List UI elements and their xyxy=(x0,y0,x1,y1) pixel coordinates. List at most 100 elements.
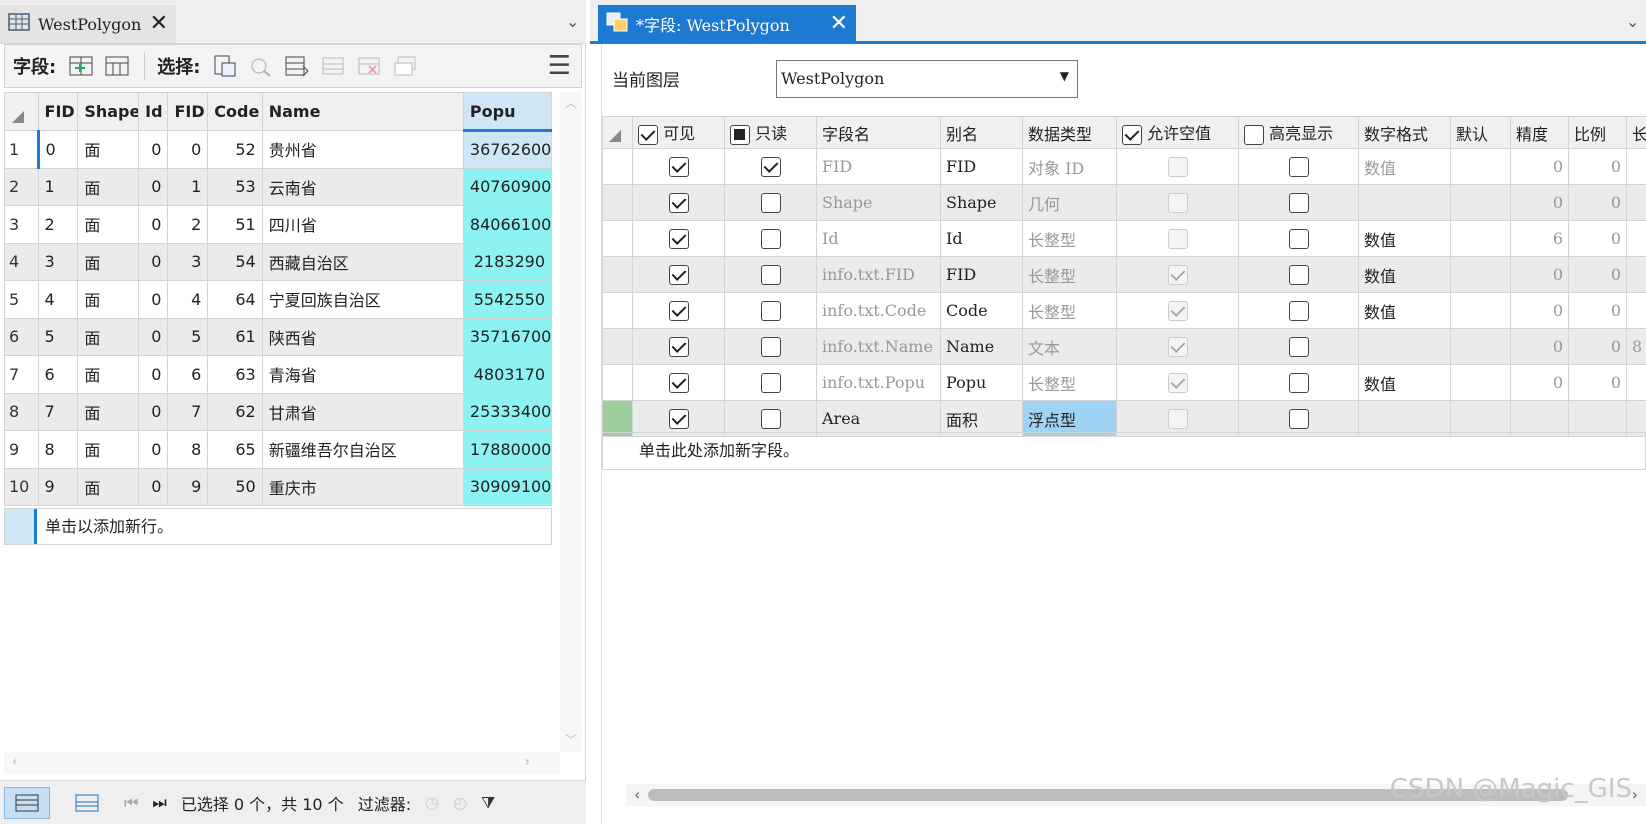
number-format-cell[interactable]: 数值 xyxy=(1358,220,1451,257)
highlight-checkbox[interactable] xyxy=(1288,264,1309,285)
scroll-left-icon[interactable]: ‹ xyxy=(634,785,640,804)
header-visible[interactable]: 可见 xyxy=(632,116,725,149)
default-cell[interactable] xyxy=(1450,148,1511,185)
fid2-cell[interactable]: 1 xyxy=(167,167,209,206)
row-selector-cell[interactable] xyxy=(602,148,633,185)
number-format-cell[interactable]: 数值 xyxy=(1358,364,1451,401)
popu-cell[interactable]: 40760900 xyxy=(462,167,553,206)
highlight-cell[interactable] xyxy=(1238,148,1359,185)
precision-cell[interactable]: 0 xyxy=(1510,292,1569,329)
row-number-cell[interactable]: 2 xyxy=(4,167,39,206)
row-selector-cell[interactable] xyxy=(602,256,633,293)
fid-cell[interactable]: 4 xyxy=(37,280,79,319)
shape-cell[interactable]: 面 xyxy=(77,430,140,469)
table-row[interactable]: 9 8 面 0 8 65 新疆维吾尔自治区 17880000 xyxy=(4,430,553,469)
id-cell[interactable]: 0 xyxy=(138,280,169,319)
default-cell[interactable] xyxy=(1450,184,1511,221)
allow-null-cell[interactable] xyxy=(1116,148,1239,185)
alias-cell[interactable]: Id xyxy=(940,220,1023,257)
code-cell[interactable]: 62 xyxy=(207,392,263,431)
header-readonly[interactable]: 只读 xyxy=(724,116,817,149)
table-row[interactable]: 7 6 面 0 6 63 青海省 4803170 xyxy=(4,355,553,394)
visible-all-checkbox[interactable] xyxy=(638,124,658,145)
readonly-checkbox[interactable] xyxy=(760,372,781,393)
row-selector-cell[interactable] xyxy=(602,220,633,257)
fid-cell[interactable]: 9 xyxy=(37,467,79,506)
highlight-checkbox[interactable] xyxy=(1288,300,1309,321)
data-type-cell[interactable]: 长整型 xyxy=(1022,364,1117,401)
shape-cell[interactable]: 面 xyxy=(77,242,140,281)
popu-cell[interactable]: 17880000 xyxy=(462,430,553,469)
add-new-field[interactable]: 单击此处添加新字段。 xyxy=(602,432,1646,470)
readonly-cell[interactable] xyxy=(724,184,817,221)
switch-selection-icon[interactable] xyxy=(282,51,312,81)
field-row[interactable]: info.txt.Name Name 文本 0 0 8 xyxy=(602,328,1646,365)
code-cell[interactable]: 64 xyxy=(207,280,263,319)
scroll-down-icon[interactable]: ﹀ xyxy=(560,731,582,748)
fid-cell[interactable]: 1 xyxy=(37,167,79,206)
header-scale[interactable]: 比例 xyxy=(1568,116,1627,149)
row-selector-cell[interactable] xyxy=(602,184,633,221)
field-row[interactable]: FID FID 对象 ID 数值 0 0 xyxy=(602,148,1646,185)
fid2-cell[interactable]: 9 xyxy=(167,467,209,506)
column-header[interactable]: Code xyxy=(207,92,263,131)
allow-null-cell[interactable] xyxy=(1116,292,1239,329)
name-cell[interactable]: 西藏自治区 xyxy=(261,242,464,281)
default-cell[interactable] xyxy=(1450,220,1511,257)
row-number-cell[interactable]: 1 xyxy=(4,130,40,169)
table-row[interactable]: 1 0 面 0 0 52 贵州省 36762600 xyxy=(4,130,553,169)
highlight-cell[interactable] xyxy=(1238,292,1359,329)
readonly-checkbox[interactable] xyxy=(760,336,781,357)
readonly-cell[interactable] xyxy=(724,256,817,293)
row-selector-cell[interactable] xyxy=(602,292,633,329)
length-cell[interactable] xyxy=(1626,184,1646,221)
zoom-to-selection-icon[interactable] xyxy=(246,51,276,81)
visible-cell[interactable] xyxy=(632,364,725,401)
column-header[interactable]: FID xyxy=(167,92,209,131)
fid-cell[interactable]: 0 xyxy=(37,130,79,169)
row-number-cell[interactable]: 8 xyxy=(4,392,39,431)
select-by-attributes-icon[interactable] xyxy=(210,51,240,81)
length-cell[interactable] xyxy=(1626,292,1646,329)
name-cell[interactable]: 重庆市 xyxy=(261,467,464,506)
fid-cell[interactable]: 3 xyxy=(37,242,79,281)
fid-cell[interactable]: 2 xyxy=(37,205,79,244)
allow-null-checkbox[interactable] xyxy=(1167,408,1188,429)
highlight-checkbox[interactable] xyxy=(1288,336,1309,357)
shape-cell[interactable]: 面 xyxy=(77,392,140,431)
calculate-field-icon[interactable] xyxy=(102,51,132,81)
column-header[interactable]: Id xyxy=(138,92,169,131)
name-cell[interactable]: 贵州省 xyxy=(261,130,464,169)
length-cell[interactable]: 8 xyxy=(1626,328,1646,365)
name-cell[interactable]: 青海省 xyxy=(261,355,464,394)
name-cell[interactable]: 四川省 xyxy=(261,205,464,244)
readonly-checkbox[interactable] xyxy=(760,156,781,177)
data-type-cell[interactable]: 长整型 xyxy=(1022,256,1117,293)
header-precision[interactable]: 精度 xyxy=(1510,116,1569,149)
id-cell[interactable]: 0 xyxy=(138,167,169,206)
allow-null-checkbox[interactable] xyxy=(1167,336,1188,357)
data-type-cell[interactable]: 长整型 xyxy=(1022,220,1117,257)
id-cell[interactable]: 0 xyxy=(138,392,169,431)
visible-checkbox[interactable] xyxy=(668,228,689,249)
code-cell[interactable]: 53 xyxy=(207,167,263,206)
shape-cell[interactable]: 面 xyxy=(77,280,140,319)
fid2-cell[interactable]: 2 xyxy=(167,205,209,244)
scale-cell[interactable]: 0 xyxy=(1568,256,1627,293)
fid2-cell[interactable]: 8 xyxy=(167,430,209,469)
row-number-cell[interactable]: 4 xyxy=(4,242,39,281)
allow-null-checkbox[interactable] xyxy=(1167,156,1188,177)
first-record-icon[interactable]: ⏮ xyxy=(124,793,138,813)
highlight-all-checkbox[interactable] xyxy=(1244,124,1264,145)
table-row[interactable]: 3 2 面 0 2 51 四川省 84066100 xyxy=(4,205,553,244)
readonly-checkbox[interactable] xyxy=(760,264,781,285)
field-name-cell[interactable]: FID xyxy=(816,148,941,185)
popu-cell[interactable]: 5542550 xyxy=(462,280,553,319)
name-cell[interactable]: 云南省 xyxy=(261,167,464,206)
number-format-cell[interactable]: 数值 xyxy=(1358,148,1451,185)
name-cell[interactable]: 新疆维吾尔自治区 xyxy=(261,430,464,469)
number-format-cell[interactable] xyxy=(1358,184,1451,221)
corner-cell[interactable] xyxy=(602,116,633,149)
readonly-checkbox[interactable] xyxy=(760,300,781,321)
visible-checkbox[interactable] xyxy=(668,264,689,285)
